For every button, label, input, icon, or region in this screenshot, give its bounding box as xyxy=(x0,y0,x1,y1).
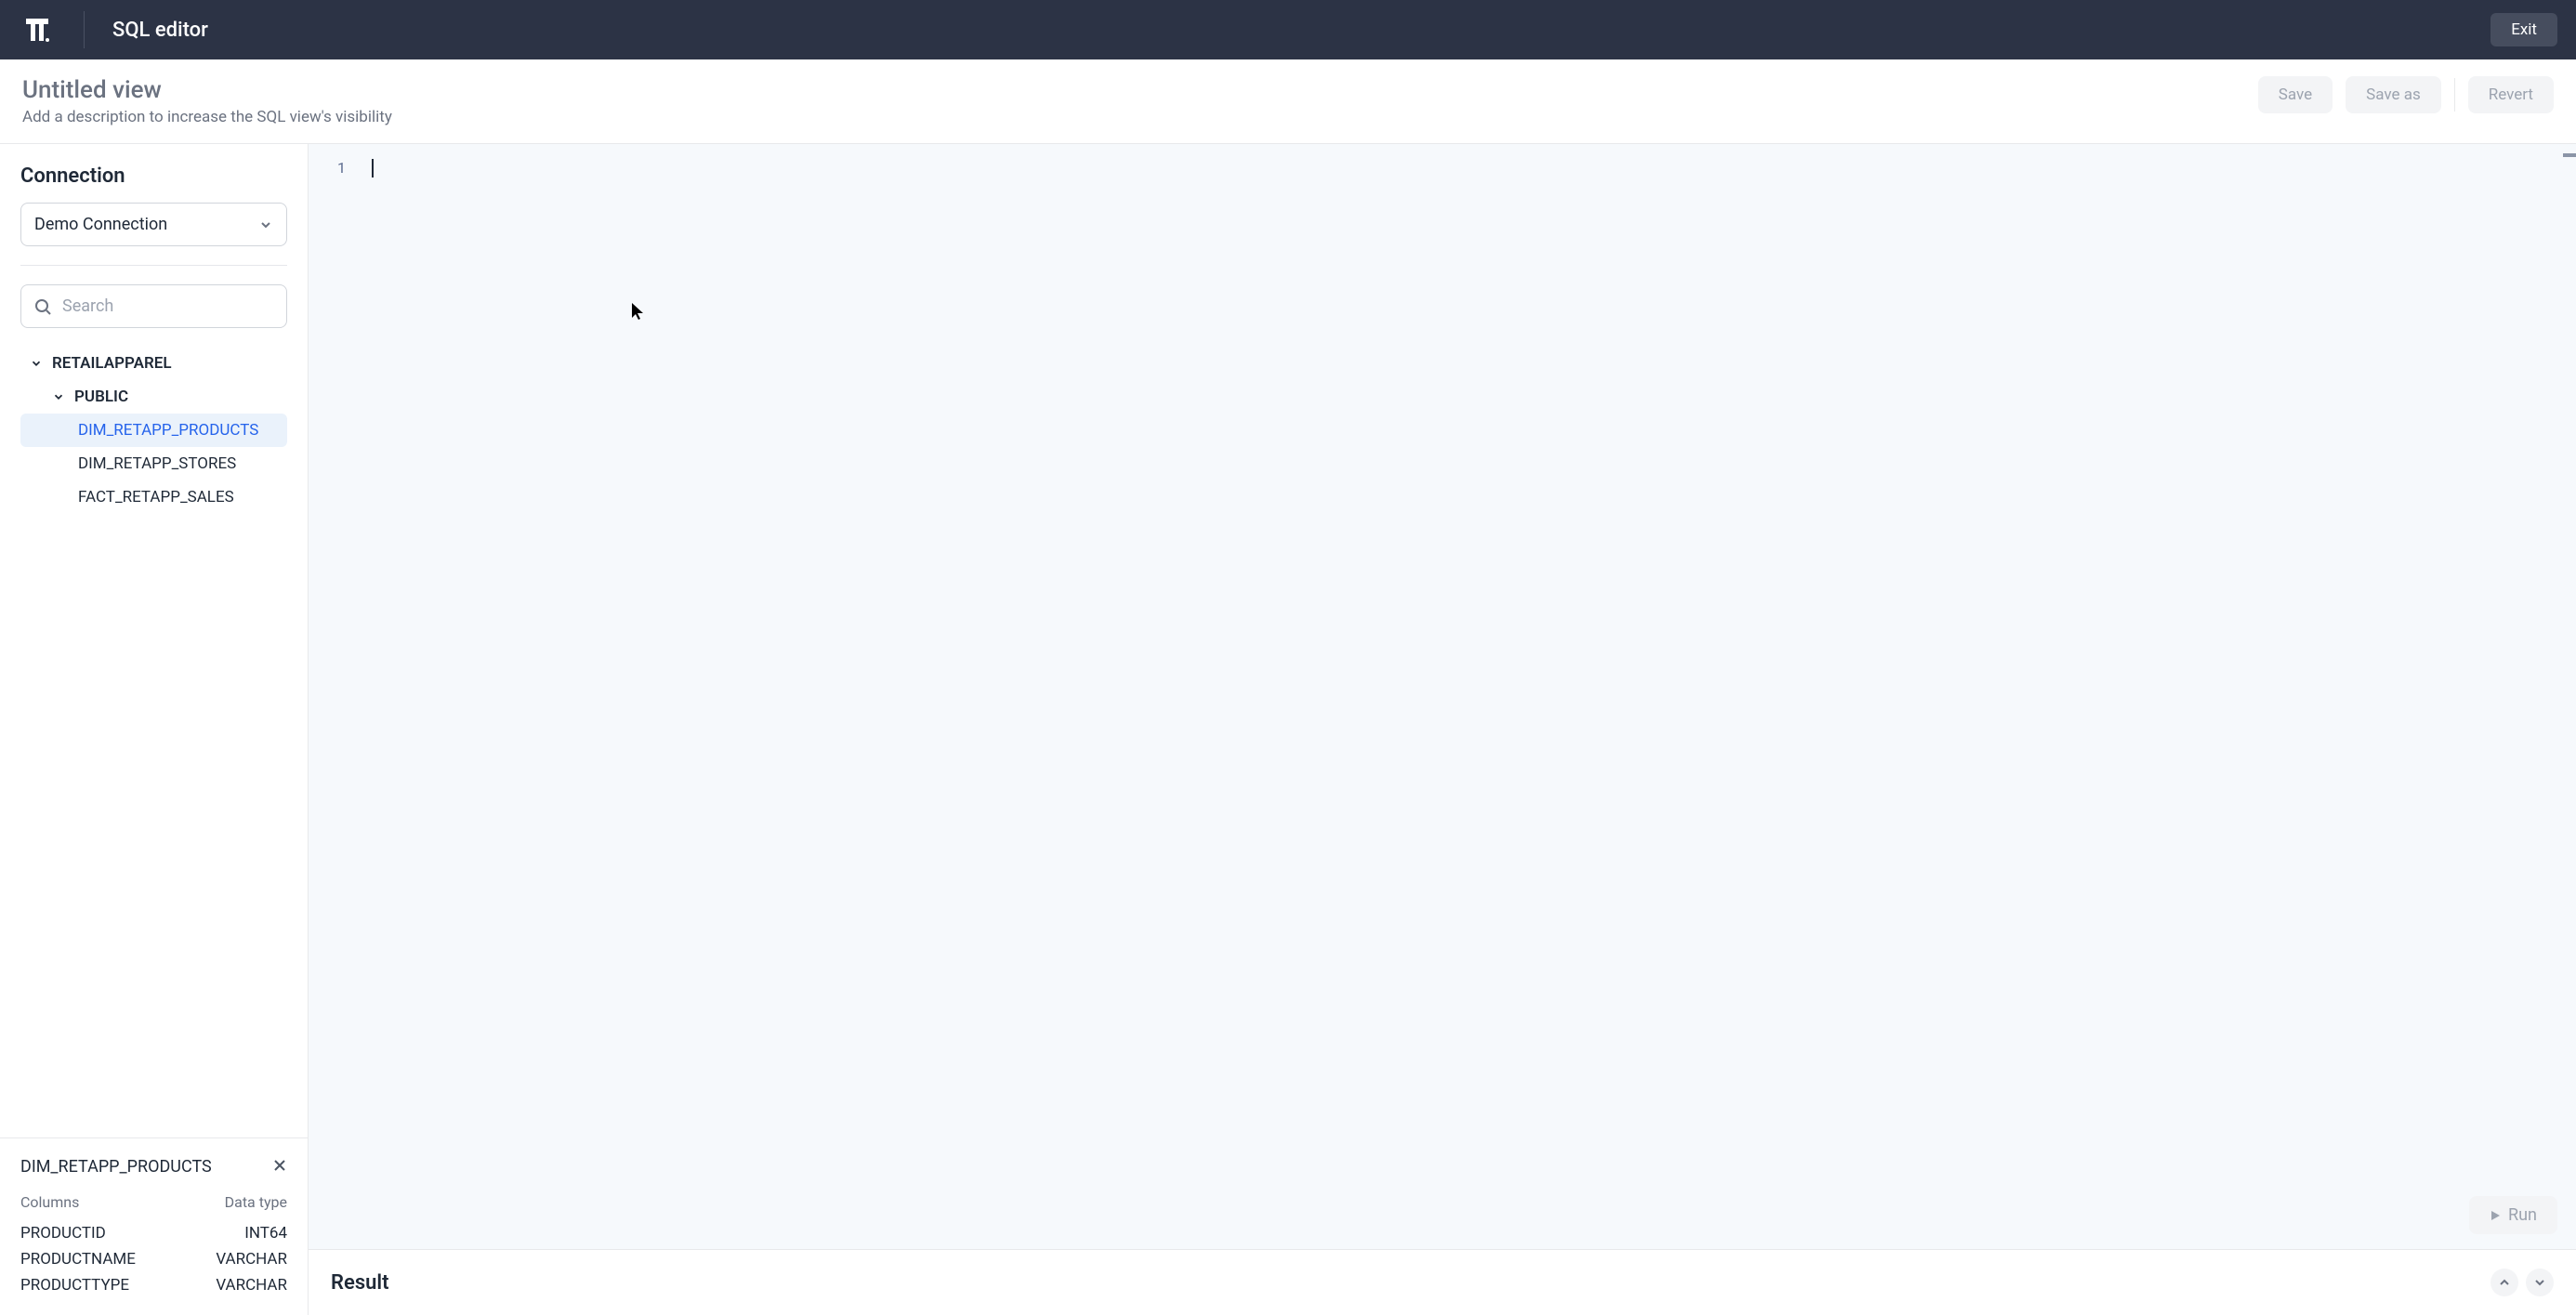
column-name: PRODUCTTYPE xyxy=(20,1276,129,1295)
run-label: Run xyxy=(2508,1205,2537,1225)
header-title: SQL editor xyxy=(112,19,208,42)
detail-table-name: DIM_RETAPP_PRODUCTS xyxy=(20,1157,212,1177)
column-row: PRODUCTNAME VARCHAR xyxy=(20,1246,287,1272)
schema-tree: RETAILAPPAREL PUBLIC DIM_RETAPP_PRODUCTS… xyxy=(20,347,287,514)
editor-area: 1 Run Result xyxy=(309,144,2576,1315)
app-logo[interactable] xyxy=(19,11,56,48)
tree-database[interactable]: RETAILAPPAREL xyxy=(20,347,287,380)
sidebar-divider xyxy=(20,265,287,266)
column-type: VARCHAR xyxy=(216,1276,287,1295)
result-controls xyxy=(2491,1269,2554,1296)
chevron-down-icon xyxy=(258,217,273,232)
column-row: PRODUCTID INT64 xyxy=(20,1220,287,1246)
action-buttons: Save Save as Revert xyxy=(2258,76,2554,113)
chevron-down-icon xyxy=(2534,1277,2545,1288)
run-button[interactable]: Run xyxy=(2469,1196,2557,1234)
action-divider xyxy=(2454,78,2455,112)
columns-label: Columns xyxy=(20,1193,79,1211)
code-editor[interactable]: 1 Run xyxy=(309,144,2576,1249)
tree-table-sales[interactable]: FACT_RETAPP_SALES xyxy=(20,480,287,514)
tree-table-label: DIM_RETAPP_PRODUCTS xyxy=(78,421,258,440)
line-number: 1 xyxy=(337,159,346,177)
subheader: Untitled view Add a description to incre… xyxy=(0,59,2576,144)
save-as-button[interactable]: Save as xyxy=(2346,76,2441,113)
search-wrap xyxy=(20,284,287,328)
chevron-down-icon xyxy=(30,357,43,370)
header-left: SQL editor xyxy=(19,11,208,48)
save-button[interactable]: Save xyxy=(2258,76,2333,113)
tree-table-label: FACT_RETAPP_SALES xyxy=(78,488,234,506)
detail-header: DIM_RETAPP_PRODUCTS xyxy=(20,1155,287,1178)
view-title[interactable]: Untitled view xyxy=(22,76,392,104)
main-content: Connection Demo Connection RETAILAPPAREL… xyxy=(0,144,2576,1315)
view-description[interactable]: Add a description to increase the SQL vi… xyxy=(22,108,392,126)
datatype-label: Data type xyxy=(225,1193,287,1211)
tree-schema-label: PUBLIC xyxy=(74,388,128,406)
connection-heading: Connection xyxy=(20,164,287,188)
header-divider xyxy=(84,11,85,48)
tree-table-products[interactable]: DIM_RETAPP_PRODUCTS xyxy=(20,414,287,447)
connection-select[interactable]: Demo Connection xyxy=(20,203,287,246)
exit-button[interactable]: Exit xyxy=(2491,13,2557,46)
chevron-down-icon xyxy=(52,390,65,403)
text-cursor xyxy=(372,159,374,178)
search-icon xyxy=(33,297,52,316)
collapse-down-button[interactable] xyxy=(2526,1269,2554,1296)
play-icon xyxy=(2490,1210,2501,1221)
search-input[interactable] xyxy=(20,284,287,328)
sidebar-top: Connection Demo Connection RETAILAPPAREL… xyxy=(0,144,308,1137)
column-name: PRODUCTNAME xyxy=(20,1250,136,1269)
app-header: SQL editor Exit xyxy=(0,0,2576,59)
tree-table-label: DIM_RETAPP_STORES xyxy=(78,454,236,473)
close-icon xyxy=(272,1158,287,1173)
code-line xyxy=(372,159,374,178)
column-type: VARCHAR xyxy=(216,1250,287,1269)
tree-table-stores[interactable]: DIM_RETAPP_STORES xyxy=(20,447,287,480)
result-panel: Result xyxy=(309,1249,2576,1315)
line-gutter: 1 xyxy=(309,159,361,178)
minimap-handle[interactable] xyxy=(2563,153,2576,157)
tree-database-label: RETAILAPPAREL xyxy=(52,354,172,373)
chevron-up-icon xyxy=(2499,1277,2510,1288)
column-name: PRODUCTID xyxy=(20,1224,106,1243)
run-wrap: Run xyxy=(2469,1196,2557,1234)
tree-schema[interactable]: PUBLIC xyxy=(20,380,287,414)
close-detail-button[interactable] xyxy=(272,1155,287,1178)
sidebar: Connection Demo Connection RETAILAPPAREL… xyxy=(0,144,309,1315)
columns-header: Columns Data type xyxy=(20,1193,287,1211)
view-info: Untitled view Add a description to incre… xyxy=(22,76,392,126)
revert-button[interactable]: Revert xyxy=(2468,76,2554,113)
connection-selected-value: Demo Connection xyxy=(34,215,167,234)
column-type: INT64 xyxy=(244,1224,287,1243)
column-row: PRODUCTTYPE VARCHAR xyxy=(20,1272,287,1298)
collapse-up-button[interactable] xyxy=(2491,1269,2518,1296)
result-title: Result xyxy=(331,1271,389,1295)
table-detail-panel: DIM_RETAPP_PRODUCTS Columns Data type PR… xyxy=(0,1137,308,1315)
